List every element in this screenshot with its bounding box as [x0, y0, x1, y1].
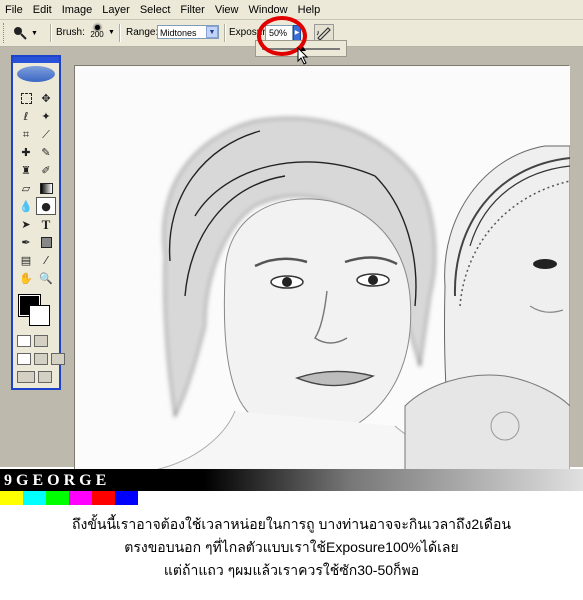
slice-icon[interactable]: ⟋ [36, 125, 56, 143]
eyedropper-icon[interactable]: ⁄ [36, 251, 56, 269]
mask-mode-row [17, 335, 48, 347]
chevron-down-icon[interactable]: ▼ [206, 26, 218, 38]
full-screen-menu-icon[interactable] [34, 353, 48, 365]
menu-help[interactable]: Help [293, 4, 326, 16]
blur-icon[interactable]: 💧 [16, 197, 36, 215]
notes-icon[interactable]: ▤ [16, 251, 36, 269]
eraser-icon[interactable]: ▱ [16, 179, 36, 197]
site-logo: 9GEORGE [4, 472, 111, 489]
chevron-down-icon[interactable]: ▼ [108, 29, 115, 36]
toolbox-titlebar[interactable] [13, 57, 59, 63]
brush-picker[interactable]: 200 [86, 23, 108, 45]
check-icon[interactable] [38, 371, 52, 383]
caption-line-2: ตรงขอบนอก ๆที่ไกลตัวแบบเราใช้Exposure100… [124, 539, 459, 555]
gradient-icon[interactable] [36, 179, 56, 197]
quick-mask-icon[interactable] [34, 335, 48, 347]
menu-view[interactable]: View [210, 4, 244, 16]
lasso-icon[interactable]: ℓ [16, 107, 36, 125]
menu-select[interactable]: Select [135, 4, 176, 16]
mouse-cursor-icon [297, 47, 309, 65]
marquee-icon[interactable] [16, 89, 36, 107]
range-label: Range: [126, 27, 159, 38]
clone-stamp-icon[interactable]: ♜ [16, 161, 36, 179]
chevron-down-icon: ▼ [31, 29, 38, 37]
color-strip [0, 491, 138, 505]
options-bar-grip[interactable] [3, 23, 6, 43]
menu-filter[interactable]: Filter [175, 4, 209, 16]
jump-to-imageready-icon[interactable] [17, 371, 35, 383]
type-icon[interactable]: T [36, 215, 56, 233]
divider [50, 24, 52, 42]
caption-line-3: แต่ถ้าแถว ๆผมแล้วเราควรใช้ซัก30-50ก็พอ [163, 562, 420, 578]
color-swatches [17, 293, 57, 327]
menu-layer[interactable]: Layer [97, 4, 135, 16]
hand-icon[interactable]: ✋ [16, 269, 36, 287]
color-strip-swatch [69, 491, 92, 505]
color-strip-swatch [115, 491, 138, 505]
divider [224, 24, 226, 42]
brush-size: 200 [90, 30, 104, 39]
brush-label: Brush: [56, 27, 85, 38]
caption-text: ถึงขั้นนี้เราอาจต้องใช้เวลาหน่อยในการถู … [0, 513, 583, 582]
shape-icon[interactable] [36, 233, 56, 251]
standard-screen-icon[interactable] [17, 353, 31, 365]
healing-brush-icon[interactable]: ✚ [16, 143, 36, 161]
toolbox-panel: ✥ ℓ ✦ ⌗ ⟋ ✚ ✎ ♜ ✐ ▱ 💧 ● ➤ T ✒ ▤ ⁄ ✋ 🔍 [11, 55, 65, 390]
tool-preset-picker[interactable]: ▼ [12, 24, 48, 42]
path-select-icon[interactable]: ➤ [16, 215, 36, 233]
airbrush-icon [316, 27, 331, 41]
crop-icon[interactable]: ⌗ [16, 125, 36, 143]
background-color-swatch[interactable] [29, 305, 50, 326]
history-brush-icon[interactable]: ✐ [36, 161, 56, 179]
menu-file[interactable]: File [0, 4, 28, 16]
menu-window[interactable]: Window [244, 4, 293, 16]
standard-mode-icon[interactable] [17, 335, 31, 347]
divider [119, 24, 121, 42]
image-canvas[interactable] [75, 66, 570, 470]
full-screen-icon[interactable] [51, 353, 65, 365]
jump-row [17, 371, 52, 383]
screen-mode-row [17, 353, 65, 365]
sketch-photo [75, 66, 570, 470]
move-icon[interactable]: ✥ [36, 89, 56, 107]
menu-edit[interactable]: Edit [28, 4, 57, 16]
color-strip-swatch [46, 491, 69, 505]
color-strip-swatch [0, 491, 23, 505]
pen-icon[interactable]: ✒ [16, 233, 36, 251]
color-strip-swatch [23, 491, 46, 505]
dodge-tool-icon [14, 27, 27, 40]
menu-image[interactable]: Image [57, 4, 98, 16]
zoom-icon[interactable]: 🔍 [36, 269, 56, 287]
dodge-icon[interactable]: ● [36, 197, 56, 215]
tool-grid: ✥ ℓ ✦ ⌗ ⟋ ✚ ✎ ♜ ✐ ▱ 💧 ● ➤ T ✒ ▤ ⁄ ✋ 🔍 [16, 89, 56, 287]
magic-wand-icon[interactable]: ✦ [36, 107, 56, 125]
caption-line-1: ถึงขั้นนี้เราอาจต้องใช้เวลาหน่อยในการถู … [72, 516, 511, 532]
brush-icon[interactable]: ✎ [36, 143, 56, 161]
color-strip-swatch [92, 491, 115, 505]
photoshop-feather-icon[interactable] [17, 66, 55, 82]
